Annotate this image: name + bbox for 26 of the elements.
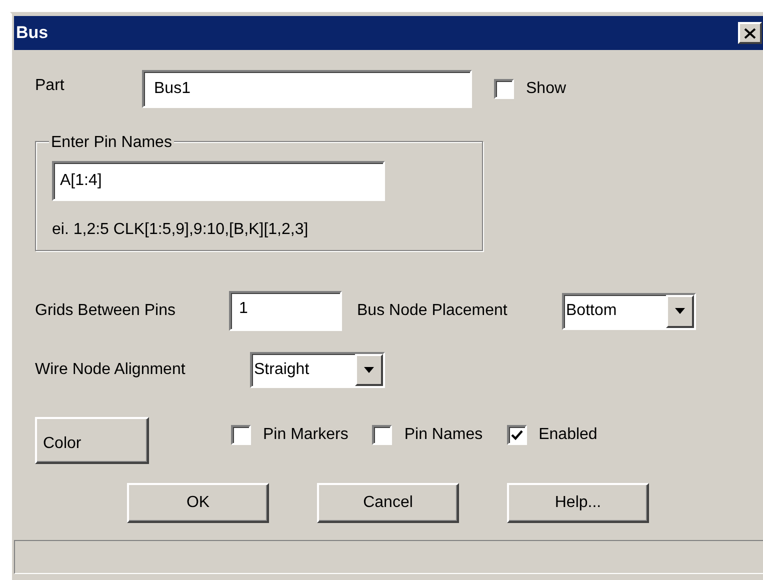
checkbox[interactable] [494, 79, 514, 99]
wire-node-alignment-label: Wire Node Alignment [35, 360, 186, 380]
ok-button[interactable]: OK [127, 483, 269, 523]
checkbox-label: Enabled [538, 424, 598, 444]
text-field[interactable]: 1 [229, 291, 342, 331]
part-label: Part [35, 76, 66, 96]
grids-label: Grids Between Pins [35, 301, 177, 321]
text-field[interactable]: A[1:4] [52, 161, 385, 201]
window-title: Bus [16, 22, 48, 44]
bus-node-placement-label: Bus Node Placement [357, 301, 508, 321]
pin-names-hint: ei. 1,2:5 CLK[1:5,9],9:10,[B,K][1,2,3] [52, 220, 310, 240]
checkbox[interactable] [506, 424, 527, 444]
dropdown[interactable]: Straight [250, 352, 385, 388]
checkbox[interactable] [372, 424, 392, 444]
cancel-button[interactable]: Cancel [317, 483, 459, 523]
checkbox-label: Pin Names [404, 424, 483, 444]
checkmark-icon [510, 428, 523, 440]
close-icon [744, 28, 756, 38]
text-field[interactable]: Bus1 [142, 70, 472, 108]
help-button[interactable]: Help... [507, 483, 649, 523]
close-button[interactable] [738, 22, 762, 44]
color-button[interactable]: Color [35, 417, 149, 464]
checkbox-label: Pin Markers [263, 424, 348, 444]
checkbox-label: Show [526, 79, 566, 99]
checkbox[interactable] [231, 424, 251, 444]
dropdown[interactable]: Bottom [562, 292, 696, 330]
